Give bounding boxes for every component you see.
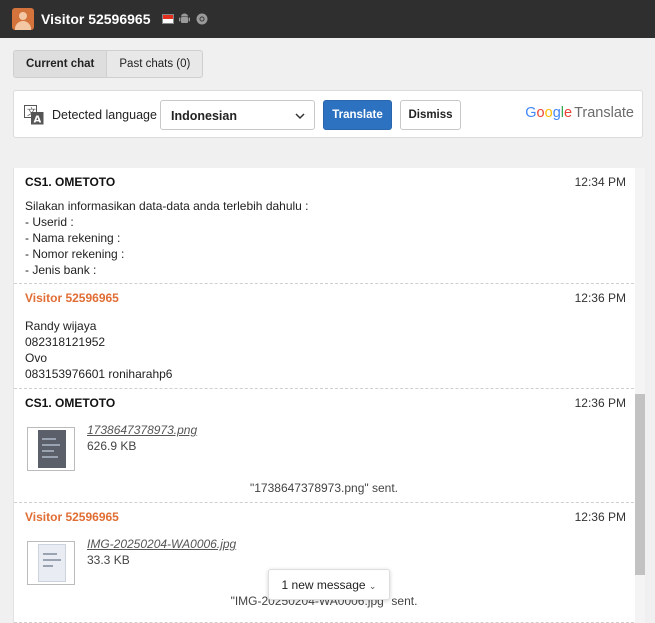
chevron-down-icon — [295, 113, 305, 120]
message-line: - Userid : — [25, 215, 74, 229]
message-time: 12:36 PM — [574, 510, 626, 524]
chat-message: Visitor 52596965 12:36 PM Randy wijaya 0… — [14, 284, 634, 389]
file-size: 33.3 KB — [87, 553, 130, 567]
message-line: - Nomor rekening : — [25, 247, 125, 261]
dismiss-button[interactable]: Dismiss — [400, 100, 461, 130]
chat-message: Visitor 52596965 12:36 PM IMG-20250204-W… — [14, 503, 634, 623]
message-author: Visitor 52596965 — [25, 291, 119, 305]
language-select-value: Indonesian — [171, 109, 237, 123]
message-time: 12:36 PM — [574, 291, 626, 305]
file-thumbnail[interactable] — [27, 541, 75, 585]
message-author: CS1. OMETOTO — [25, 175, 116, 189]
message-line: - Jenis bank : — [25, 263, 97, 277]
chat-transcript: CS1. OMETOTO 12:34 PM Silakan informasik… — [13, 168, 645, 623]
file-sent-notice: "1738647378973.png" sent. — [250, 481, 398, 495]
detected-language-label: Detected language — [52, 108, 157, 122]
user-avatar-icon — [12, 8, 34, 30]
chrome-icon — [196, 13, 208, 25]
message-line: Silakan informasikan data-data anda terl… — [25, 199, 309, 213]
visitor-title: Visitor 52596965 — [41, 11, 151, 27]
chat-message: CS1. OMETOTO 12:34 PM Silakan informasik… — [14, 168, 634, 284]
file-link[interactable]: IMG-20250204-WA0006.jpg — [87, 537, 236, 551]
tab-past-chats[interactable]: Past chats (0) — [107, 51, 202, 77]
message-author: Visitor 52596965 — [25, 510, 119, 524]
new-message-pill[interactable]: 1 new message ⌄ — [268, 569, 390, 600]
message-line: 083153976601 roniharahp6 — [25, 367, 173, 381]
indonesia-flag-icon — [161, 14, 174, 24]
translate-bar: 文 A Detected language Indonesian Transla… — [13, 90, 643, 138]
google-translate-logo: Google Translate — [525, 105, 634, 121]
message-line: 082318121952 — [25, 335, 106, 349]
chat-tabs: Current chat Past chats (0) — [13, 50, 204, 78]
scrollbar-thumb[interactable] — [635, 394, 645, 575]
file-link[interactable]: 1738647378973.png — [87, 423, 197, 437]
file-size: 626.9 KB — [87, 439, 137, 453]
translate-button[interactable]: Translate — [323, 100, 392, 130]
message-line: - Nama rekening : — [25, 231, 121, 245]
language-select[interactable]: Indonesian — [160, 100, 315, 130]
translate-icon: 文 A — [24, 105, 44, 126]
chat-message: CS1. OMETOTO 12:36 PM 1738647378973.png … — [14, 389, 634, 503]
message-time: 12:34 PM — [574, 175, 626, 189]
message-line: Ovo — [25, 351, 48, 365]
title-bar: Visitor 52596965 — [0, 0, 655, 38]
chevron-down-icon: ⌄ — [368, 581, 377, 591]
tab-current-chat[interactable]: Current chat — [14, 51, 108, 77]
file-thumbnail[interactable] — [27, 427, 75, 471]
message-line: Randy wijaya — [25, 319, 97, 333]
message-author: CS1. OMETOTO — [25, 396, 116, 410]
message-time: 12:36 PM — [574, 396, 626, 410]
svg-text:A: A — [34, 115, 42, 126]
android-icon — [179, 13, 191, 25]
